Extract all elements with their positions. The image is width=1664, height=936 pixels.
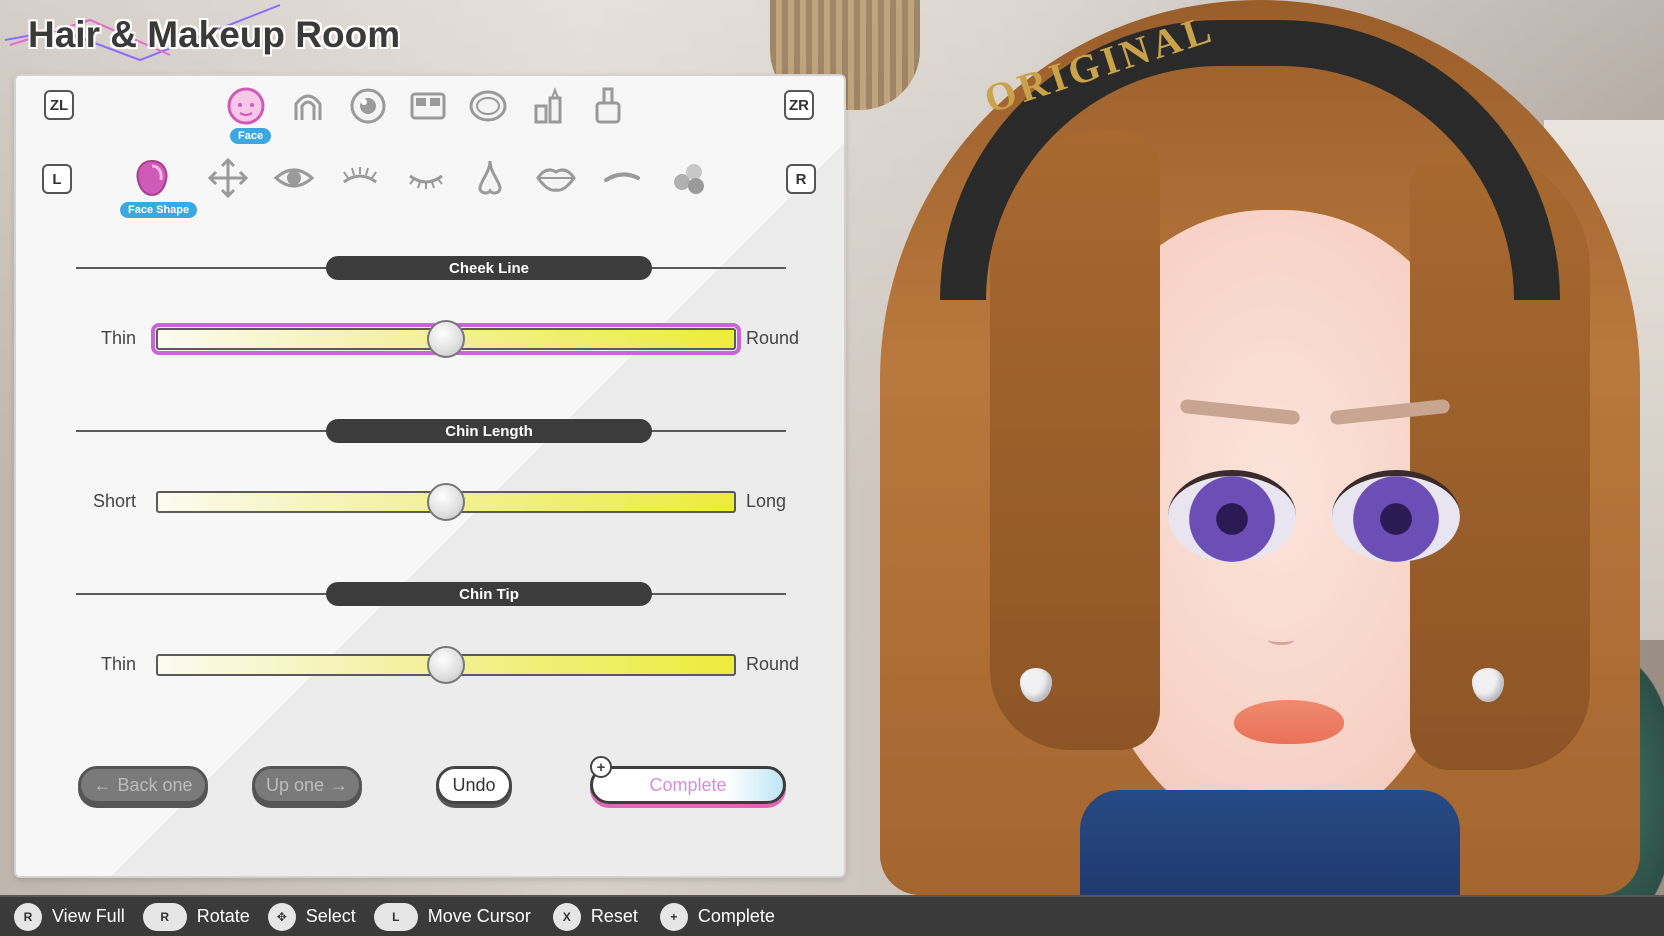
l-button[interactable]: L: [42, 164, 72, 194]
back-one-label: Back one: [117, 774, 193, 795]
left-stick-icon: L: [373, 902, 418, 931]
section-title: Cheek Line: [326, 256, 652, 280]
move-icon[interactable]: [206, 156, 250, 200]
eyeshadow-palette-icon[interactable]: [406, 84, 450, 128]
chin-tip-header: Chin Tip: [76, 582, 786, 606]
right-stick-press-icon: R: [14, 902, 42, 931]
category-selected-label: Face: [230, 128, 272, 144]
eyebrow-icon[interactable]: [600, 156, 644, 200]
slider-knob[interactable]: [427, 320, 465, 358]
chin-length-header: Chin Length: [76, 419, 786, 443]
left-eye: [1168, 470, 1296, 562]
control-hints-bar: R View Full R Rotate ✥ Select L Move Cur…: [0, 895, 1664, 936]
slider-min-label: Thin: [100, 328, 136, 348]
arrow-right-icon: →: [330, 774, 349, 795]
hint-view-full: R View Full: [14, 902, 125, 931]
zr-button[interactable]: ZR: [784, 90, 814, 120]
eyelashes-icon[interactable]: [404, 156, 448, 200]
plus-button-icon: +: [659, 902, 688, 931]
zl-button[interactable]: ZL: [44, 90, 74, 120]
chin-length-slider[interactable]: [156, 483, 736, 521]
right-stick-icon: R: [142, 902, 187, 931]
slider-max-label: Long: [746, 491, 787, 511]
nose-icon[interactable]: [468, 156, 512, 200]
section-title: Chin Tip: [326, 582, 652, 606]
r-button[interactable]: R: [786, 164, 816, 194]
slider-knob[interactable]: [427, 646, 465, 684]
slider-max-label: Round: [746, 654, 800, 674]
slider-max-label: Round: [746, 328, 800, 348]
cheek-line-slider[interactable]: [151, 320, 741, 358]
chin-length-slider-row: Short Long: [56, 481, 826, 521]
chin-tip-slider-row: Thin Round: [56, 644, 826, 684]
slider-min-label: Short: [92, 491, 136, 511]
face-shape-icon[interactable]: [130, 156, 174, 200]
cheek-line-header: Cheek Line: [76, 256, 786, 280]
mole-icon[interactable]: [666, 156, 710, 200]
eye-color-icon[interactable]: [346, 84, 390, 128]
lips: [1234, 700, 1344, 744]
hint-label: View Full: [52, 906, 125, 926]
undo-button[interactable]: Undo: [436, 766, 512, 804]
eye-icon[interactable]: [272, 156, 316, 200]
chin-tip-slider[interactable]: [156, 646, 736, 684]
face-icon[interactable]: [224, 84, 268, 128]
hint-label: Rotate: [196, 906, 250, 926]
compact-icon[interactable]: [466, 84, 510, 128]
hint-rotate: R Rotate: [142, 902, 250, 931]
hint-move-cursor: L Move Cursor: [373, 902, 531, 931]
character-preview[interactable]: ORIGINAL: [850, 0, 1640, 910]
lipstick-icon[interactable]: [526, 84, 570, 128]
eyelashes-upper-icon[interactable]: [338, 156, 382, 200]
cheek-line-slider-row: Thin Round: [56, 318, 826, 358]
plus-button-icon: +: [590, 756, 612, 778]
up-one-button[interactable]: Up one →: [252, 766, 362, 804]
editor-panel: ZL ZR L R Face Face Shape Cheek Line Thi…: [14, 74, 846, 878]
subcategory-selected-label: Face Shape: [120, 202, 198, 218]
turtleneck: [1080, 790, 1460, 910]
hint-reset: X Reset: [552, 902, 638, 931]
nail-polish-icon[interactable]: [586, 84, 630, 128]
back-one-button[interactable]: ← Back one: [78, 766, 208, 804]
right-eye: [1332, 470, 1460, 562]
lips-icon[interactable]: [534, 156, 578, 200]
arrow-left-icon: ←: [93, 774, 112, 795]
hint-label: Complete: [697, 906, 775, 926]
slider-min-label: Thin: [100, 654, 136, 674]
hint-label: Move Cursor: [427, 906, 531, 926]
dpad-icon: ✥: [267, 902, 296, 931]
hair-icon[interactable]: [286, 84, 330, 128]
up-one-label: Up one: [265, 774, 325, 795]
x-button-icon: X: [552, 902, 581, 931]
nose: [1268, 635, 1294, 645]
complete-button[interactable]: Complete: [590, 766, 786, 804]
slider-knob[interactable]: [427, 483, 465, 521]
hint-label: Reset: [590, 906, 638, 926]
hint-label: Select: [305, 906, 356, 926]
hint-complete: + Complete: [659, 902, 775, 931]
section-title: Chin Length: [326, 419, 652, 443]
screen-title: Hair & Makeup Room: [28, 14, 401, 55]
hint-select: ✥ Select: [267, 902, 356, 931]
